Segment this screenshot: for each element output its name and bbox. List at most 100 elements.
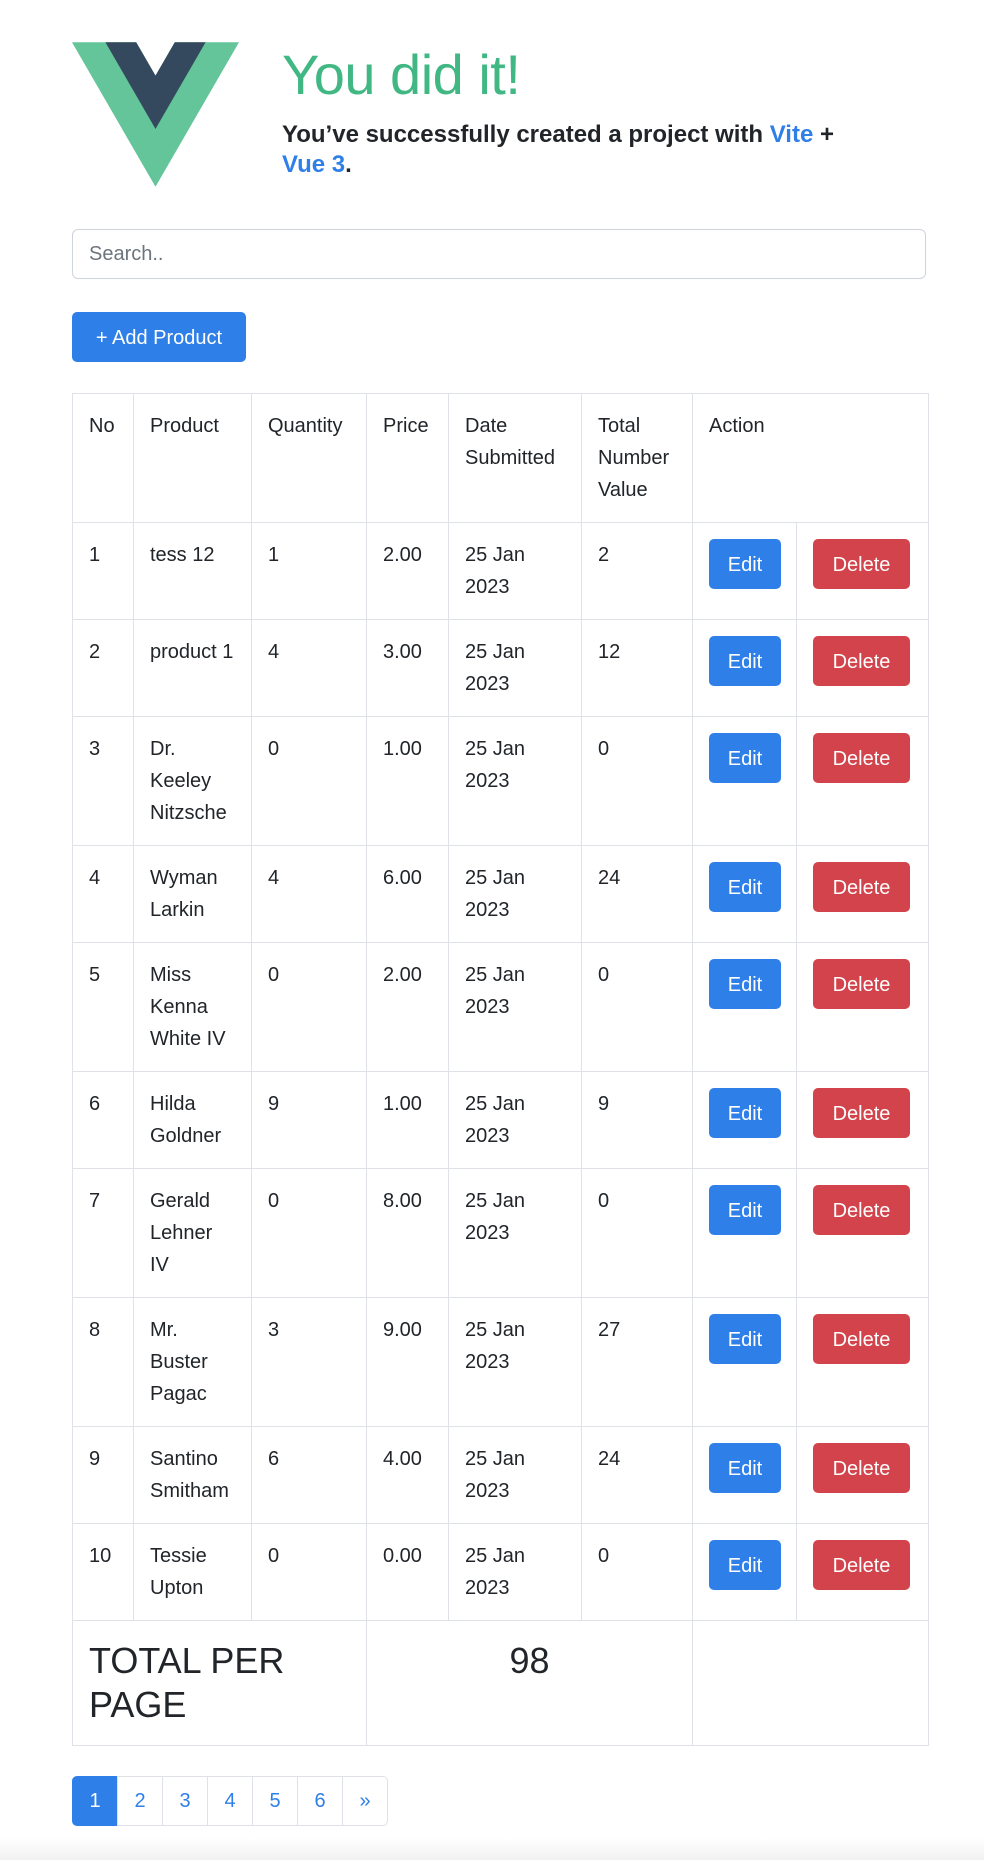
cell-product: Wyman Larkin (133, 845, 252, 943)
cell-date-submitted: 25 Jan 2023 (448, 1071, 582, 1169)
cell-price: 9.00 (366, 1297, 449, 1427)
delete-button[interactable]: Delete (813, 1540, 910, 1590)
cell-no: 6 (72, 1071, 134, 1169)
subtitle-mid: + (813, 121, 835, 148)
delete-button[interactable]: Delete (813, 959, 910, 1009)
vite-link[interactable]: Vite (770, 121, 814, 148)
cell-no: 7 (72, 1168, 134, 1298)
cell-total-number-value: 0 (581, 942, 693, 1072)
subtitle-prefix: You’ve successfully created a project wi… (282, 121, 770, 148)
cell-delete: Delete (796, 1523, 929, 1621)
delete-button[interactable]: Delete (813, 862, 910, 912)
cell-quantity: 1 (251, 522, 367, 620)
edit-button[interactable]: Edit (709, 959, 781, 1009)
cell-edit: Edit (692, 716, 797, 846)
cell-edit: Edit (692, 942, 797, 1072)
page-subtitle: You’ve successfully created a project wi… (282, 120, 842, 180)
table-row: 6 Hilda Goldner 9 1.00 25 Jan 2023 9 Edi… (72, 1071, 929, 1169)
cell-no: 2 (72, 619, 134, 717)
pagination: 1 2 3 4 5 6» (72, 1776, 388, 1826)
edit-button[interactable]: Edit (709, 1088, 781, 1138)
add-product-button[interactable]: + Add Product (72, 312, 246, 362)
edit-button[interactable]: Edit (709, 636, 781, 686)
bottom-shade (0, 1838, 984, 1860)
cell-price: 1.00 (366, 716, 449, 846)
cell-edit: Edit (692, 1071, 797, 1169)
cell-quantity: 6 (251, 1426, 367, 1524)
cell-total-number-value: 12 (581, 619, 693, 717)
column-header-product: Product (133, 393, 252, 523)
cell-total-number-value: 0 (581, 1168, 693, 1298)
cell-product: Santino Smitham (133, 1426, 252, 1524)
total-per-page-value: 98 (366, 1620, 693, 1746)
delete-button[interactable]: Delete (813, 636, 910, 686)
pagination-page-2[interactable]: 2 (117, 1776, 163, 1826)
pagination-next-button[interactable]: » (342, 1776, 388, 1826)
cell-date-submitted: 25 Jan 2023 (448, 1426, 582, 1524)
cell-price: 4.00 (366, 1426, 449, 1524)
cell-quantity: 0 (251, 1168, 367, 1298)
cell-quantity: 9 (251, 1071, 367, 1169)
column-header-total-number-value: Total Number Value (581, 393, 693, 523)
pagination-page-5[interactable]: 5 (252, 1776, 298, 1826)
cell-delete: Delete (796, 942, 929, 1072)
table-body: 1 tess 12 1 2.00 25 Jan 2023 2 Edit Dele… (72, 522, 929, 1621)
edit-button[interactable]: Edit (709, 1443, 781, 1493)
table-row: 9 Santino Smitham 6 4.00 25 Jan 2023 24 … (72, 1426, 929, 1524)
edit-button[interactable]: Edit (709, 539, 781, 589)
column-header-action: Action (692, 393, 929, 523)
delete-button[interactable]: Delete (813, 733, 910, 783)
cell-no: 10 (72, 1523, 134, 1621)
cell-price: 3.00 (366, 619, 449, 717)
vue-logo-icon (72, 42, 239, 187)
pagination-page-1[interactable]: 1 (72, 1776, 118, 1826)
cell-edit: Edit (692, 522, 797, 620)
cell-no: 4 (72, 845, 134, 943)
cell-date-submitted: 25 Jan 2023 (448, 522, 582, 620)
edit-button[interactable]: Edit (709, 862, 781, 912)
column-header-price: Price (366, 393, 449, 523)
vue-link[interactable]: Vue 3 (282, 151, 345, 178)
cell-quantity: 0 (251, 942, 367, 1072)
cell-edit: Edit (692, 1426, 797, 1524)
cell-edit: Edit (692, 1168, 797, 1298)
cell-date-submitted: 25 Jan 2023 (448, 1523, 582, 1621)
total-per-page-label: TOTAL PER PAGE (72, 1620, 367, 1746)
page-title: You did it! (282, 43, 521, 106)
header: You did it! You’ve successfully created … (72, 40, 932, 190)
table-header-row: No Product Quantity Price Date Submitted… (72, 393, 929, 523)
edit-button[interactable]: Edit (709, 1314, 781, 1364)
delete-button[interactable]: Delete (813, 1185, 910, 1235)
table-row: 5 Miss Kenna White IV 0 2.00 25 Jan 2023… (72, 942, 929, 1072)
cell-edit: Edit (692, 619, 797, 717)
pagination-page-4[interactable]: 4 (207, 1776, 253, 1826)
pagination-page-6[interactable]: 6 (297, 1776, 343, 1826)
delete-button[interactable]: Delete (813, 1314, 910, 1364)
cell-quantity: 3 (251, 1297, 367, 1427)
column-header-quantity: Quantity (251, 393, 367, 523)
cell-total-number-value: 9 (581, 1071, 693, 1169)
table-row: 8 Mr. Buster Pagac 3 9.00 25 Jan 2023 27… (72, 1297, 929, 1427)
cell-total-number-value: 24 (581, 1426, 693, 1524)
edit-button[interactable]: Edit (709, 1540, 781, 1590)
cell-product: product 1 (133, 619, 252, 717)
delete-button[interactable]: Delete (813, 539, 910, 589)
table-row: 2 product 1 4 3.00 25 Jan 2023 12 Edit D… (72, 619, 929, 717)
delete-button[interactable]: Delete (813, 1088, 910, 1138)
cell-total-number-value: 24 (581, 845, 693, 943)
table-row: 10 Tessie Upton 0 0.00 25 Jan 2023 0 Edi… (72, 1523, 929, 1621)
pagination-page-3[interactable]: 3 (162, 1776, 208, 1826)
edit-button[interactable]: Edit (709, 733, 781, 783)
cell-price: 1.00 (366, 1071, 449, 1169)
edit-button[interactable]: Edit (709, 1185, 781, 1235)
cell-date-submitted: 25 Jan 2023 (448, 1168, 582, 1298)
delete-button[interactable]: Delete (813, 1443, 910, 1493)
table-footer: TOTAL PER PAGE 98 (72, 1620, 929, 1746)
cell-total-number-value: 2 (581, 522, 693, 620)
cell-price: 2.00 (366, 942, 449, 1072)
column-header-no: No (72, 393, 134, 523)
search-input[interactable] (72, 229, 926, 279)
cell-edit: Edit (692, 1523, 797, 1621)
cell-price: 8.00 (366, 1168, 449, 1298)
cell-delete: Delete (796, 716, 929, 846)
